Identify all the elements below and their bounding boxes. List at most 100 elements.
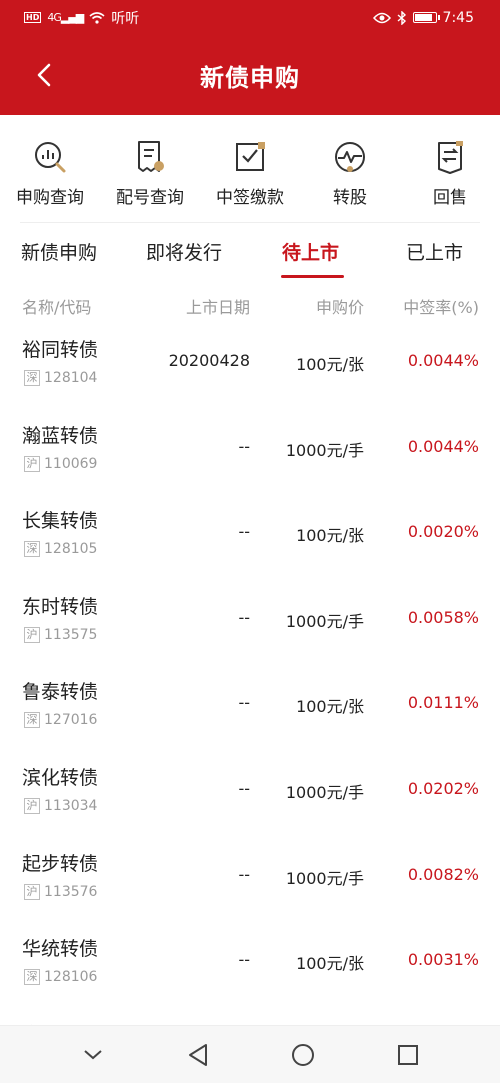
market-badge: 深 xyxy=(24,370,40,386)
bond-name: 滨化转债 xyxy=(22,766,99,789)
column-header-date: 上市日期 xyxy=(185,298,250,317)
table-row[interactable]: 长集转债深 128105 -- 100元/张 0.0020% xyxy=(0,499,500,585)
nav-recents-button[interactable] xyxy=(378,1035,438,1075)
listing-date: 20200428 xyxy=(168,351,250,370)
shortcut-label: 回售 xyxy=(433,188,467,208)
triangle-back-icon xyxy=(188,1043,207,1066)
table-row[interactable]: 裕同转债深 128104 20200428 100元/张 0.0044% xyxy=(0,328,500,414)
nav-collapse-button[interactable] xyxy=(63,1035,123,1075)
title-bar: 新债申购 xyxy=(0,35,500,115)
bond-code: 128106 xyxy=(44,969,98,986)
column-header-rate: 中签率(%) xyxy=(403,298,479,317)
carrier-label: 听听 xyxy=(111,10,140,27)
bond-name: 长集转债 xyxy=(22,510,99,533)
table-row[interactable]: 鲁泰转债深 127016 -- 100元/张 0.0111% xyxy=(0,670,500,756)
market-badge: 沪 xyxy=(24,883,40,900)
shortcut-winning-payment[interactable]: 中签缴款 xyxy=(200,115,300,222)
bond-name: 鲁泰转债 xyxy=(22,681,99,704)
shortcut-subscription-query[interactable]: 申购查询 xyxy=(0,115,100,222)
winning-rate: 0.0202% xyxy=(407,778,479,798)
status-left: HD 4G▂▄▆ 听听 xyxy=(24,8,139,28)
nav-home-button[interactable] xyxy=(273,1035,333,1075)
bond-code: 128105 xyxy=(44,541,98,558)
bond-code-line: 深 127016 xyxy=(24,712,98,729)
receipt-icon xyxy=(138,141,164,172)
bond-code: 113576 xyxy=(44,883,98,900)
nav-back-button[interactable] xyxy=(168,1035,228,1075)
subscription-price: 1000元/手 xyxy=(285,611,364,631)
bond-code: 127016 xyxy=(44,712,98,729)
listing-date: -- xyxy=(238,522,250,542)
subscription-price: 1000元/手 xyxy=(285,782,364,802)
table-row[interactable]: 滨化转债沪 113034 -- 1000元/手 0.0202% xyxy=(0,756,500,842)
hd-icon: HD xyxy=(24,12,42,23)
wifi-icon xyxy=(89,11,105,24)
shortcut-label: 申购查询 xyxy=(16,188,84,208)
market-badge: 深 xyxy=(24,969,40,986)
tab-pending-listing[interactable]: 待上市 xyxy=(282,238,339,265)
table-row[interactable]: 瀚蓝转债沪 110069 -- 1000元/手 0.0044% xyxy=(0,414,500,500)
active-tab-indicator xyxy=(281,275,344,278)
bond-code-line: 沪 113575 xyxy=(24,626,98,643)
listing-date: -- xyxy=(238,950,250,970)
winning-rate: 0.0031% xyxy=(407,950,479,970)
system-nav-bar xyxy=(0,1025,500,1083)
subscription-price: 1000元/手 xyxy=(285,868,364,888)
winning-rate: 0.0058% xyxy=(407,607,479,627)
subscription-price: 1000元/手 xyxy=(285,440,364,460)
listing-date: -- xyxy=(238,864,250,884)
subscription-price: 100元/张 xyxy=(296,526,364,546)
checkbox-icon xyxy=(236,142,265,171)
signal-icon: 4G▂▄▆ xyxy=(47,11,84,24)
winning-rate: 0.0044% xyxy=(407,351,479,370)
listing-date: -- xyxy=(238,607,250,627)
bond-code-line: 深 128105 xyxy=(24,541,98,558)
bond-code: 113575 xyxy=(44,626,98,643)
subscription-price: 100元/张 xyxy=(296,954,364,974)
page-title: 新债申购 xyxy=(200,64,300,92)
shortcut-label: 中签缴款 xyxy=(216,188,284,208)
winning-rate: 0.0082% xyxy=(407,864,479,884)
table-header: 名称/代码 上市日期 申购价 中签率(%) xyxy=(0,280,500,328)
table-row[interactable]: 东时转债沪 113575 -- 1000元/手 0.0058% xyxy=(0,585,500,671)
shortcut-putback[interactable]: 回售 xyxy=(400,115,500,222)
bond-name: 瀚蓝转债 xyxy=(22,424,99,447)
tab-new-bond-subscription[interactable]: 新债申购 xyxy=(21,238,97,265)
bond-code-line: 深 128104 xyxy=(24,370,97,386)
shortcut-conversion[interactable]: 转股 xyxy=(300,115,400,222)
tab-bar: 新债申购 即将发行 待上市 已上市 xyxy=(0,222,500,280)
table-row[interactable]: 起步转债沪 113576 -- 1000元/手 0.0082% xyxy=(0,842,500,928)
tab-upcoming-issue[interactable]: 即将发行 xyxy=(146,238,222,265)
status-bar: HD 4G▂▄▆ 听听 7:45 xyxy=(0,0,500,35)
tab-listed[interactable]: 已上市 xyxy=(406,238,463,265)
shortcut-allotment-query[interactable]: 配号查询 xyxy=(100,115,200,222)
bond-code-line: 沪 113034 xyxy=(24,797,97,814)
eye-icon xyxy=(372,12,391,23)
bond-name: 华统转债 xyxy=(22,938,99,961)
column-header-price: 申购价 xyxy=(315,298,364,317)
listing-date: -- xyxy=(238,436,250,456)
table-row[interactable]: 华统转债深 128106 -- 100元/张 0.0031% xyxy=(0,927,500,1013)
listing-date: -- xyxy=(238,778,250,798)
bond-name: 起步转债 xyxy=(22,852,99,875)
market-badge: 沪 xyxy=(24,797,40,814)
bluetooth-icon xyxy=(397,10,406,25)
winning-rate: 0.0111% xyxy=(407,693,479,713)
bond-code-line: 沪 110069 xyxy=(24,455,98,472)
circle-home-icon xyxy=(291,1043,314,1066)
pulse-circle-icon xyxy=(335,142,365,172)
bond-code: 128104 xyxy=(44,370,98,386)
battery-icon xyxy=(412,12,440,23)
winning-rate: 0.0020% xyxy=(407,522,479,542)
column-header-name: 名称/代码 xyxy=(22,298,92,317)
bond-list: 裕同转债深 128104 20200428 100元/张 0.0044% 瀚蓝转债沪 110… xyxy=(0,328,500,1025)
battery-fill xyxy=(414,14,432,21)
network-type: 4G xyxy=(47,11,61,24)
chevron-down-icon xyxy=(83,1049,102,1059)
bond-code-line: 深 128106 xyxy=(24,969,98,986)
table-row[interactable]: 文兔转债 xyxy=(0,1013,500,1025)
bond-code: 110069 xyxy=(44,455,98,472)
listing-date: -- xyxy=(238,693,250,713)
market-badge: 沪 xyxy=(24,455,40,472)
return-doc-icon xyxy=(438,141,463,174)
